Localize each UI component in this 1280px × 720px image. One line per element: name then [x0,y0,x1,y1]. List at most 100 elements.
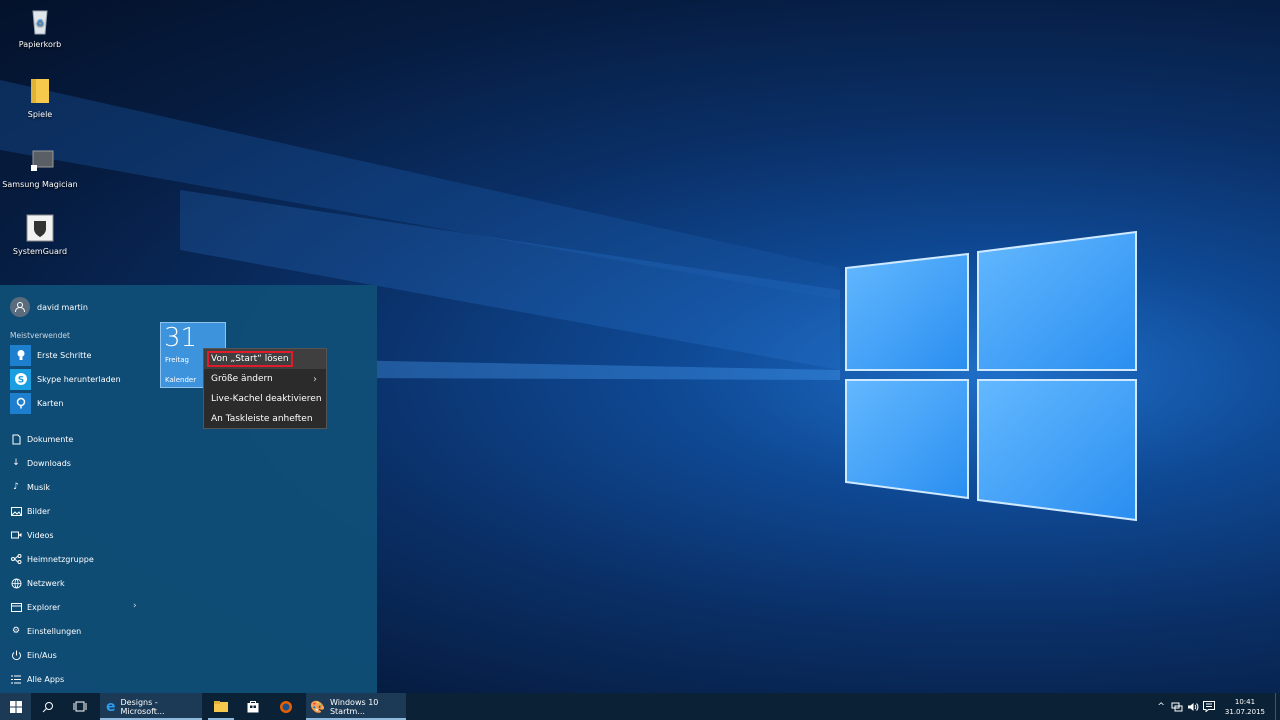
menu-item-label: An Taskleiste anheften [211,414,313,424]
paint-icon: 🎨 [310,699,325,714]
app-label: Skype herunterladen [37,374,121,384]
store-icon [247,701,259,713]
place-downloads[interactable]: ↓ Downloads [10,454,71,472]
desktop-icon-label: SystemGuard [12,247,68,256]
place-label: Netzwerk [27,578,65,588]
search-icon [42,701,53,712]
place-label: Dokumente [27,434,74,444]
taskbar-app-label: Designs - Microsoft... [120,697,165,716]
place-label: Bilder [27,506,51,516]
video-icon [10,529,22,541]
volume-icon[interactable] [1187,702,1199,712]
download-icon: ↓ [12,458,20,468]
folder-icon [25,76,55,106]
taskbar-app-paint[interactable]: 🎨 Windows 10 Startm... [306,693,406,720]
taskbar-clock[interactable]: 10:41 31.07.2015 [1225,697,1265,717]
place-label: Einstellungen [27,626,82,636]
pictures-icon [10,505,22,517]
place-netzwerk[interactable]: Netzwerk [10,574,65,592]
document-icon [10,433,22,445]
tile-date-number: 31 [164,323,198,353]
taskbar-app-file-explorer[interactable] [208,693,234,720]
user-name: david martin [37,302,88,312]
user-avatar-icon [10,297,30,317]
firefox-icon [280,700,292,713]
action-center-icon[interactable] [1202,701,1215,712]
start-menu: david martin Meistverwendet Erste Schrit… [0,285,377,693]
place-einstellungen[interactable]: ⚙ Einstellungen [10,622,81,640]
app-karten[interactable]: Karten [10,392,63,414]
desktop-icon-systemguard[interactable]: SystemGuard [1,213,79,257]
lightbulb-icon [10,344,31,366]
desktop-icon-samsung-magician[interactable]: Samsung Magician [1,146,79,190]
place-dokumente[interactable]: Dokumente [10,430,73,448]
chevron-right-icon: › [313,373,317,385]
desktop-icon-label: Samsung Magician [2,180,78,189]
place-bilder[interactable]: Bilder [10,502,50,520]
app-label: Karten [37,398,64,408]
tile-weekday: Freitag [165,356,189,364]
desktop-icon-label: Spiele [27,110,53,119]
menu-item-resize[interactable]: Größe ändern › [204,369,326,389]
chevron-right-icon[interactable]: › [133,601,137,611]
menu-item-unpin-from-start[interactable]: Von „Start“ lösen [204,349,326,369]
place-musik[interactable]: ♪ Musik [10,478,50,496]
menu-item-label: Von „Start“ lösen [207,351,293,367]
desktop-icon-spiele[interactable]: Spiele [1,76,79,120]
tile-app-name: Kalender [165,376,197,384]
taskbar-app-store[interactable] [241,693,265,720]
place-alle-apps[interactable]: Alle Apps [10,670,64,688]
taskbar-app-firefox[interactable] [274,693,298,720]
place-videos[interactable]: Videos [10,526,54,544]
settings-icon: ⚙ [11,626,21,636]
place-ein-aus[interactable]: Ein/Aus [10,646,57,664]
network-icon [10,577,22,589]
place-label: Heimnetzgruppe [27,554,94,564]
all-apps-icon [10,673,22,685]
system-tray: ^ 10:41 31.07.2015 [1157,693,1280,720]
music-icon: ♪ [13,482,19,492]
place-label: Videos [27,530,54,540]
app-skype-herunterladen[interactable]: S Skype herunterladen [10,368,121,390]
menu-item-label: Live-Kachel deaktivieren [211,394,322,404]
svg-text:♻: ♻ [36,19,44,29]
windows-logo-icon [9,700,22,713]
network-icon[interactable] [1171,702,1183,712]
menu-item-label: Größe ändern [211,374,273,384]
app-erste-schritte[interactable]: Erste Schritte [10,344,91,366]
tile-context-menu: Von „Start“ lösen Größe ändern › Live-Ka… [203,348,327,429]
place-heimnetzgruppe[interactable]: Heimnetzgruppe [10,550,94,568]
user-account[interactable]: david martin [10,297,88,317]
place-explorer[interactable]: Explorer [10,598,60,616]
edge-icon: e [106,698,116,715]
search-button[interactable] [38,693,58,720]
homegroup-icon [10,553,22,565]
place-label: Downloads [27,458,71,468]
most-used-heading: Meistverwendet [10,331,70,340]
show-desktop-button[interactable] [1275,693,1280,720]
svg-text:S: S [17,376,23,386]
taskbar-app-label: Windows 10 Startm... [329,697,379,716]
samsung-magician-icon [25,146,55,176]
maps-icon [10,392,31,414]
menu-item-disable-live-tile[interactable]: Live-Kachel deaktivieren [204,389,326,409]
app-label: Erste Schritte [37,350,92,360]
chevron-up-icon[interactable]: ^ [1157,702,1165,712]
desktop-icon-papierkorb[interactable]: ♻ Papierkorb [1,6,79,50]
clock-date: 31.07.2015 [1224,707,1265,716]
task-view-button[interactable] [70,693,90,720]
menu-item-pin-to-taskbar[interactable]: An Taskleiste anheften [204,409,326,429]
taskbar: e Designs - Microsoft... 🎨 Windows 10 St… [0,693,1280,720]
taskbar-app-edge[interactable]: e Designs - Microsoft... [100,693,202,720]
systemguard-icon [25,213,55,243]
task-view-icon [73,701,87,712]
place-label: Alle Apps [27,674,65,684]
explorer-icon [10,601,22,613]
recycle-bin-icon: ♻ [25,6,55,36]
clock-time: 10:41 [1234,697,1256,706]
start-button[interactable] [0,693,31,720]
place-label: Musik [27,482,50,492]
place-label: Ein/Aus [27,650,57,660]
power-icon [10,649,22,661]
desktop-icon-label: Papierkorb [18,40,62,49]
